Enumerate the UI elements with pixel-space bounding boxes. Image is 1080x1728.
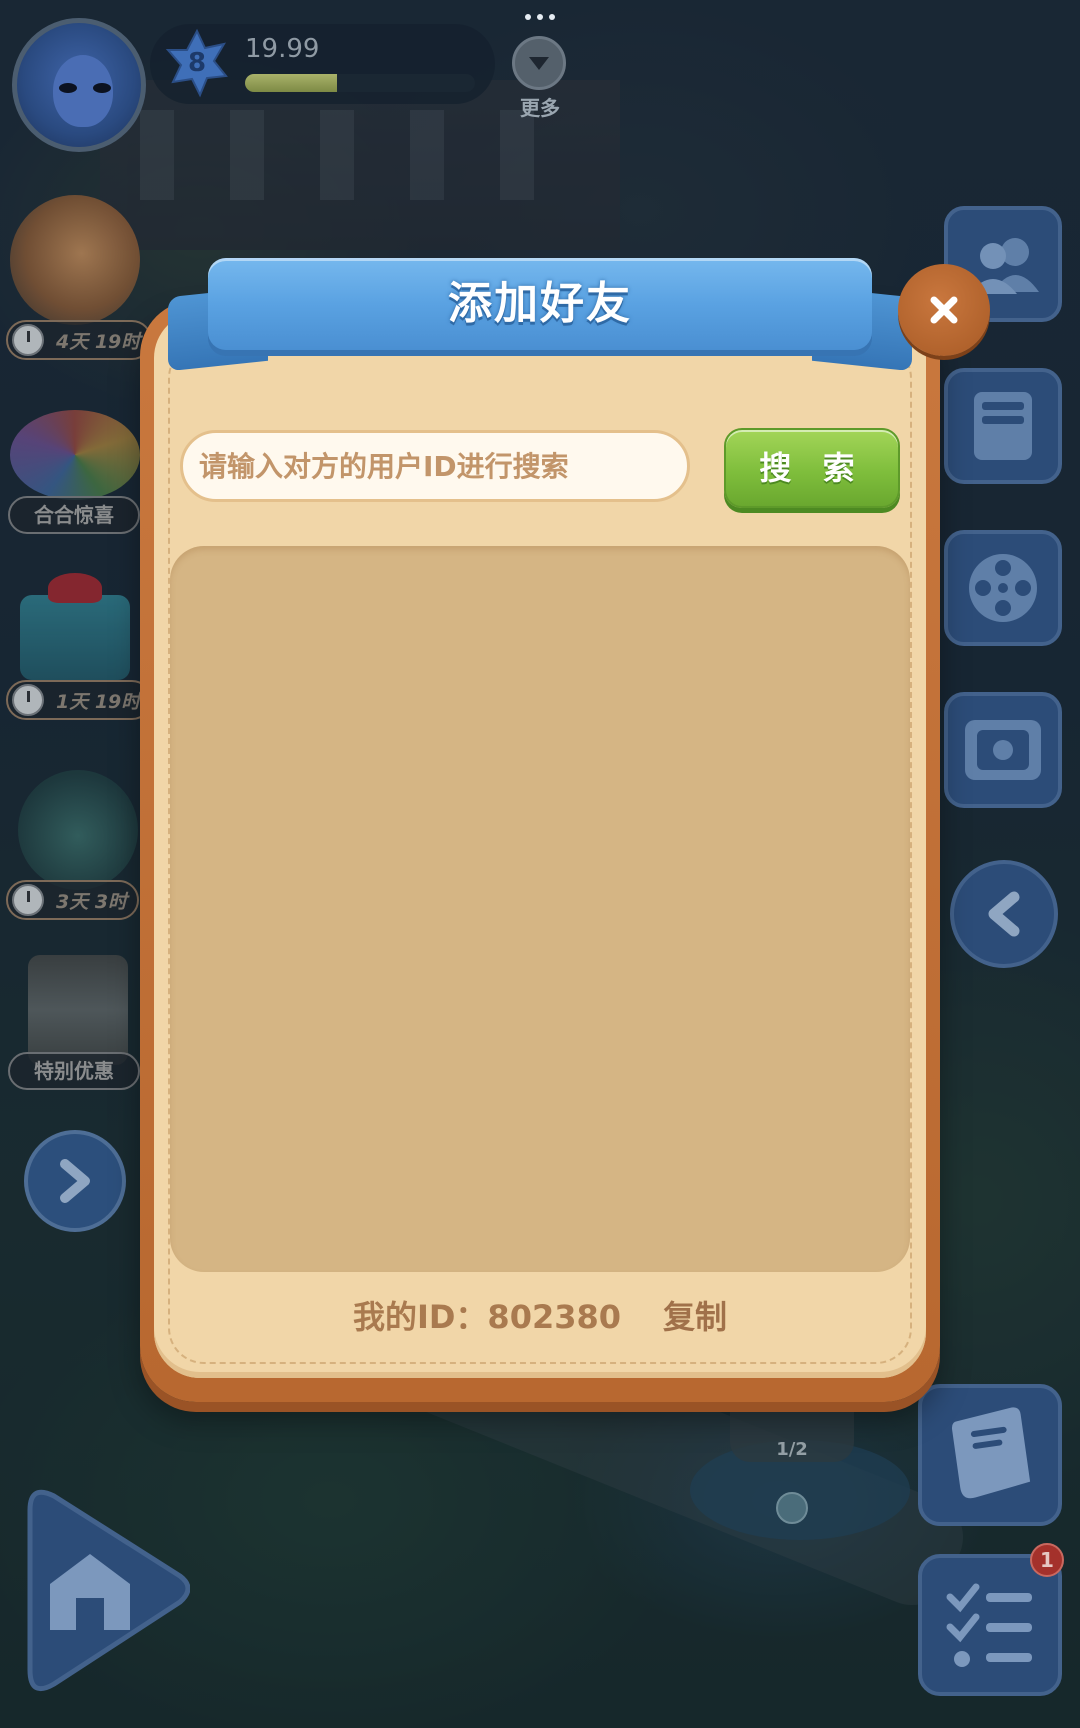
xp-progress-bar (245, 74, 475, 92)
chevron-left-icon (988, 891, 1020, 937)
my-id-text: 我的ID：802380 (352, 1298, 622, 1336)
tasks-notification-badge: 1 (1030, 1543, 1064, 1577)
flask-timer-text: 3天 3时 (56, 890, 128, 913)
user-id-search-input[interactable] (180, 430, 690, 502)
album-icon (974, 392, 1032, 460)
film-button[interactable] (944, 530, 1062, 646)
player-avatar[interactable] (12, 18, 146, 152)
level-number: 8 (187, 48, 207, 78)
expand-left-panel-button[interactable] (24, 1130, 126, 1232)
clock-icon (12, 884, 44, 916)
avatar-eye (93, 83, 111, 93)
checklist-icon (946, 1583, 1032, 1667)
gift-box-icon[interactable] (20, 573, 130, 680)
album-button[interactable] (944, 368, 1062, 484)
dialog-title: 添加好友 (448, 278, 632, 329)
journal-button[interactable] (918, 1384, 1062, 1526)
special-offer-label: 特别优惠 (8, 1052, 140, 1090)
level-badge: 8 (162, 28, 232, 98)
flask-event-timer: 3天 3时 (6, 880, 140, 920)
triangle-down-icon (529, 57, 549, 70)
pony-timer-text: 4天 19时 (56, 330, 141, 353)
options-dots-icon[interactable] (520, 10, 560, 24)
avatar-eye (59, 83, 77, 93)
hourglass-icon[interactable] (28, 955, 128, 1065)
xp-value: 19.99 (245, 34, 320, 64)
add-friend-dialog: 添加好友 搜 索 我的ID：802380 复制 (140, 258, 990, 1402)
close-icon (930, 296, 958, 324)
potion-flask-icon[interactable] (18, 770, 138, 890)
wheel-event-label: 合合惊喜 (8, 496, 140, 534)
copy-id-button[interactable]: 复制 (663, 1292, 727, 1338)
pony-event-timer: 4天 19时 (6, 320, 153, 360)
search-results-area (170, 546, 910, 1272)
search-button[interactable]: 搜 索 (724, 428, 900, 508)
area-lock-icon[interactable] (776, 1492, 808, 1524)
clock-icon (12, 324, 44, 356)
collapse-right-panel-button[interactable] (950, 860, 1058, 968)
picture-frame-icon (965, 720, 1041, 780)
xp-progress-fill (245, 74, 337, 92)
close-button[interactable] (898, 264, 990, 356)
more-button[interactable] (512, 36, 566, 90)
more-label: 更多 (520, 96, 560, 120)
gift-timer-text: 1天 19时 (56, 690, 141, 713)
area-progress-marker: 1/2 (730, 1400, 854, 1462)
gift-event-timer: 1天 19时 (6, 680, 153, 720)
journal-icon (951, 1407, 1031, 1499)
dialog-title-ribbon: 添加好友 (168, 258, 912, 372)
clock-icon (12, 684, 44, 716)
film-reel-icon (969, 554, 1037, 622)
home-icon (27, 1489, 191, 1692)
prize-wheel-icon[interactable] (10, 410, 140, 500)
chevron-right-icon (60, 1159, 90, 1203)
decor-frame-button[interactable] (944, 692, 1062, 808)
pony-event-icon[interactable] (10, 195, 140, 325)
home-button[interactable] (20, 1480, 191, 1700)
my-id-row: 我的ID：802380 复制 (140, 1290, 940, 1340)
